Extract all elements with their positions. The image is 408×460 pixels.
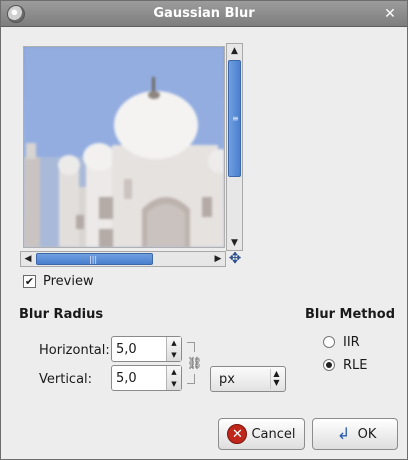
ok-button[interactable]: ↲ OK xyxy=(312,418,398,450)
gaussian-blur-dialog: Gaussian Blur ✕ ▲ ≡ ▼ ◀ ||| ▶ ✥ ✔ Previe… xyxy=(0,0,408,460)
horizontal-scroll-thumb[interactable]: ||| xyxy=(36,253,153,265)
unit-select[interactable]: px ▲ ▼ xyxy=(210,366,286,392)
preview-area: ▲ ≡ ▼ ◀ ||| ▶ xyxy=(20,43,243,267)
radio-option-iir[interactable]: IIR xyxy=(323,334,360,350)
horizontal-value[interactable]: 5,0 xyxy=(116,342,137,357)
vertical-label: Vertical: xyxy=(39,372,93,387)
cancel-button[interactable]: ✕ Cancel xyxy=(218,418,305,450)
ok-arrow-icon: ↲ xyxy=(336,424,351,443)
blur-method-heading: Blur Method xyxy=(305,307,396,322)
decrement-icon[interactable]: ▼ xyxy=(167,378,181,390)
scroll-left-icon[interactable]: ◀ xyxy=(21,252,35,266)
grip-icon: ≡ xyxy=(232,114,239,123)
unit-value: px xyxy=(219,372,235,387)
chain-bracket-top xyxy=(187,342,195,352)
decrement-icon[interactable]: ▼ xyxy=(167,349,181,361)
preview-toggle[interactable]: ✔ Preview xyxy=(23,272,94,290)
navigate-move-icon[interactable]: ✥ xyxy=(227,250,243,266)
scroll-up-icon[interactable]: ▲ xyxy=(227,44,242,58)
vertical-spinbutton[interactable]: 5,0 ▲ ▼ xyxy=(111,365,182,391)
preview-vertical-scrollbar[interactable]: ▲ ≡ ▼ xyxy=(226,43,243,251)
horizontal-spinbutton[interactable]: 5,0 ▲ ▼ xyxy=(111,336,182,362)
preview-checkbox[interactable]: ✔ xyxy=(23,274,36,288)
cancel-icon: ✕ xyxy=(227,424,248,444)
preview-image[interactable] xyxy=(23,46,225,248)
title-bar[interactable]: Gaussian Blur ✕ xyxy=(1,1,407,27)
vertical-value[interactable]: 5,0 xyxy=(116,371,137,386)
increment-icon[interactable]: ▲ xyxy=(167,337,181,349)
horizontal-label: Horizontal: xyxy=(39,343,110,358)
scroll-down-icon[interactable]: ▼ xyxy=(227,236,242,250)
combo-arrows-icon: ▲ ▼ xyxy=(270,369,282,389)
preview-horizontal-scrollbar[interactable]: ◀ ||| ▶ xyxy=(20,251,226,267)
blur-radius-heading: Blur Radius xyxy=(19,307,104,322)
chain-link-icon[interactable]: ⛓ xyxy=(187,355,202,371)
radio-option-rle[interactable]: RLE xyxy=(323,357,368,373)
rle-radio[interactable] xyxy=(323,359,335,371)
close-icon[interactable]: ✕ xyxy=(381,5,399,23)
ok-label: OK xyxy=(357,426,377,442)
iir-label: IIR xyxy=(343,334,360,350)
grip-icon: ||| xyxy=(89,255,98,264)
chain-link-toggle[interactable]: ⛓ xyxy=(187,340,202,386)
vertical-scroll-thumb[interactable]: ≡ xyxy=(228,60,241,177)
rle-label: RLE xyxy=(343,357,368,373)
chain-bracket-bottom xyxy=(187,374,195,384)
increment-icon[interactable]: ▲ xyxy=(167,366,181,378)
window-title: Gaussian Blur xyxy=(153,6,255,21)
preview-checkbox-label: Preview xyxy=(43,273,94,289)
scroll-right-icon[interactable]: ▶ xyxy=(211,252,225,266)
iir-radio[interactable] xyxy=(323,336,335,348)
cancel-label: Cancel xyxy=(251,426,296,442)
